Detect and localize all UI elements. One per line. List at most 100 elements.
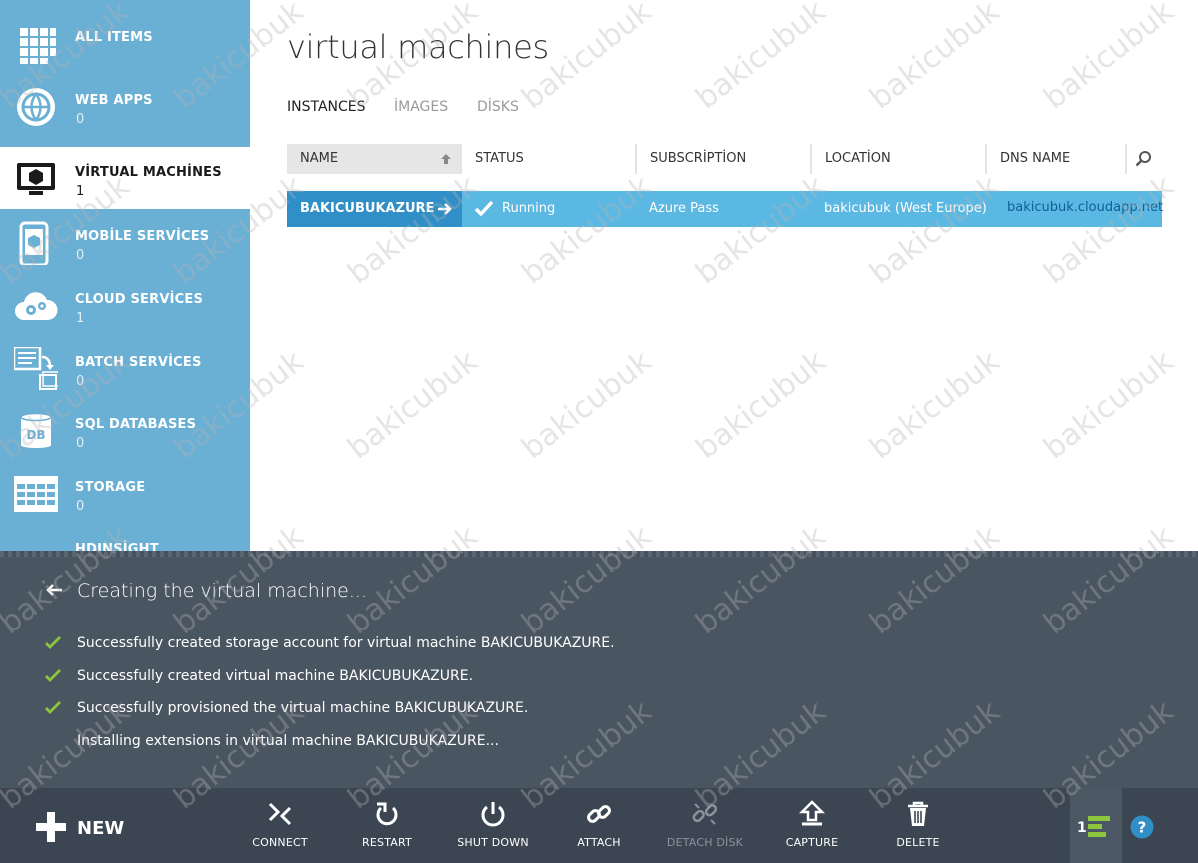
command-label: ATTACH bbox=[577, 836, 621, 849]
sidebar-item-count: 0 bbox=[76, 499, 85, 514]
sidebar-item-count: 0 bbox=[76, 248, 85, 263]
vm-name-cell[interactable]: BAKICUBUKAZURE bbox=[287, 191, 462, 227]
restart-icon bbox=[376, 802, 398, 826]
tab-images[interactable]: İMAGES bbox=[394, 99, 448, 115]
log-text: Installing extensions in virtual machine… bbox=[77, 733, 499, 749]
vm-name: BAKICUBUKAZURE bbox=[300, 201, 435, 216]
command-label: CONNECT bbox=[252, 836, 308, 849]
link-icon bbox=[587, 805, 611, 823]
capture-icon bbox=[798, 800, 826, 826]
sidebar-item-label: SQL DATABASES bbox=[75, 417, 197, 432]
main-content: virtual machines INSTANCES İMAGES DİSKS … bbox=[250, 0, 1198, 551]
command-label: DETACH DİSK bbox=[666, 836, 744, 849]
log-text: Successfully created virtual machine BAK… bbox=[77, 668, 474, 684]
sidebar-item-count: 1 bbox=[76, 311, 85, 326]
table-row[interactable]: BAKICUBUKAZURE Running Azure Pass bakicu… bbox=[287, 191, 1163, 227]
shut-down-button[interactable]: SHUT DOWN bbox=[448, 788, 538, 863]
sidebar-item-label: HDINSİGHT bbox=[75, 542, 159, 551]
command-label: CAPTURE bbox=[785, 836, 839, 849]
elephant-icon bbox=[14, 534, 58, 551]
tab-disks[interactable]: DİSKS bbox=[477, 99, 519, 115]
subscription-cell: Azure Pass bbox=[649, 201, 719, 216]
sidebar-item-storage[interactable]: STORAGE 0 bbox=[0, 462, 250, 524]
globe-icon bbox=[17, 88, 55, 126]
column-header-label: SUBSCRİPTİON bbox=[650, 151, 747, 166]
svg-text:DB: DB bbox=[26, 428, 45, 442]
command-label: SHUT DOWN bbox=[457, 836, 529, 849]
sidebar-item-cloud-services[interactable]: CLOUD SERVİCES 1 bbox=[0, 274, 250, 336]
log-text: Successfully provisioned the virtual mac… bbox=[77, 700, 529, 716]
database-icon: DB bbox=[20, 412, 52, 448]
sidebar-item-label: WEB APPS bbox=[75, 93, 153, 108]
panel-resize-bar[interactable] bbox=[0, 551, 1198, 557]
column-header-label: DNS NAME bbox=[1000, 151, 1071, 166]
dns-name-link[interactable]: bakicubuk.cloudapp.net bbox=[1007, 191, 1163, 227]
delete-button[interactable]: DELETE bbox=[873, 788, 963, 863]
connect-button[interactable]: CONNECT bbox=[235, 788, 325, 863]
command-bar: NEW CONNECT RESTART SHUT DOWN ATTACH DET… bbox=[0, 788, 1198, 863]
sidebar-item-virtual-machines[interactable]: VİRTUAL MACHİNES 1 bbox=[0, 147, 250, 209]
location-cell: bakicubuk (West Europe) bbox=[824, 201, 987, 216]
svg-text:?: ? bbox=[1138, 819, 1147, 837]
progress-count: 1 bbox=[1077, 820, 1087, 836]
table-header: NAME STATUS SUBSCRİPTİON LOCATİON DNS NA… bbox=[287, 144, 1162, 174]
sidebar-item-label: STORAGE bbox=[75, 480, 146, 495]
notification-panel: Creating the virtual machine... Successf… bbox=[0, 551, 1198, 788]
checkmark-icon bbox=[45, 636, 61, 649]
sidebar-item-label: VİRTUAL MACHİNES bbox=[75, 165, 222, 180]
broken-link-icon bbox=[692, 803, 718, 825]
arrow-right-icon[interactable] bbox=[437, 202, 453, 216]
tab-instances[interactable]: INSTANCES bbox=[287, 99, 366, 115]
sidebar-item-label: BATCH SERVİCES bbox=[75, 355, 202, 370]
capture-button[interactable]: CAPTURE bbox=[767, 788, 857, 863]
checkmark-icon bbox=[45, 701, 61, 714]
new-button[interactable]: NEW bbox=[34, 810, 144, 844]
sidebar-item-mobile-services[interactable]: MOBİLE SERVİCES 0 bbox=[0, 211, 250, 273]
back-arrow-icon[interactable] bbox=[45, 583, 63, 597]
status-text: Running bbox=[502, 201, 556, 216]
power-icon bbox=[481, 802, 505, 827]
sidebar-item-label: ALL ITEMS bbox=[75, 30, 153, 45]
sidebar-item-count: 0 bbox=[76, 112, 85, 127]
phone-icon bbox=[19, 221, 49, 265]
help-icon[interactable]: ? bbox=[1130, 815, 1154, 839]
sidebar-item-count: 0 bbox=[76, 374, 85, 389]
page-title: virtual machines bbox=[287, 28, 549, 66]
column-header-name[interactable]: NAME bbox=[287, 144, 462, 174]
command-label: RESTART bbox=[362, 836, 412, 849]
plus-icon bbox=[36, 812, 66, 842]
column-header-dns-name[interactable]: DNS NAME bbox=[987, 144, 1127, 174]
status-cell: Running bbox=[474, 191, 634, 227]
sidebar-item-batch-services[interactable]: BATCH SERVİCES 0 bbox=[0, 337, 250, 399]
sidebar-item-label: MOBİLE SERVİCES bbox=[75, 229, 210, 244]
progress-indicator[interactable]: 1 bbox=[1070, 788, 1122, 863]
column-header-label: LOCATİON bbox=[825, 151, 891, 166]
checkmark-icon bbox=[474, 200, 494, 217]
trash-icon bbox=[908, 801, 928, 826]
table-icon bbox=[14, 476, 58, 512]
column-header-label: NAME bbox=[300, 151, 339, 166]
progress-bars-icon bbox=[1088, 816, 1110, 837]
column-header-label: STATUS bbox=[475, 151, 524, 166]
sidebar-item-count: 0 bbox=[76, 436, 85, 451]
column-header-subscription[interactable]: SUBSCRİPTİON bbox=[637, 144, 812, 174]
sidebar: ALL ITEMS WEB APPS 0 VİRTUAL MACHİNES 1 … bbox=[0, 0, 250, 551]
command-label: DELETE bbox=[896, 836, 940, 849]
sidebar-item-sql-databases[interactable]: DB SQL DATABASES 0 bbox=[0, 399, 250, 461]
notification-title: Creating the virtual machine... bbox=[77, 580, 367, 602]
sidebar-item-all-items[interactable]: ALL ITEMS bbox=[0, 12, 250, 74]
sidebar-item-count: 1 bbox=[76, 184, 85, 199]
column-header-location[interactable]: LOCATİON bbox=[812, 144, 987, 174]
sidebar-item-label: CLOUD SERVİCES bbox=[75, 292, 204, 307]
detach-disk-button[interactable]: DETACH DİSK bbox=[660, 788, 750, 863]
log-text: Successfully created storage account for… bbox=[77, 635, 615, 651]
search-icon[interactable] bbox=[1126, 144, 1162, 174]
connect-icon bbox=[268, 802, 292, 826]
column-header-status[interactable]: STATUS bbox=[462, 144, 637, 174]
restart-button[interactable]: RESTART bbox=[342, 788, 432, 863]
sidebar-item-hdinsight[interactable]: HDINSİGHT bbox=[0, 524, 250, 551]
checkmark-icon bbox=[45, 669, 61, 682]
attach-button[interactable]: ATTACH bbox=[554, 788, 644, 863]
sidebar-item-web-apps[interactable]: WEB APPS 0 bbox=[0, 75, 250, 137]
cloud-gears-icon bbox=[15, 292, 58, 320]
